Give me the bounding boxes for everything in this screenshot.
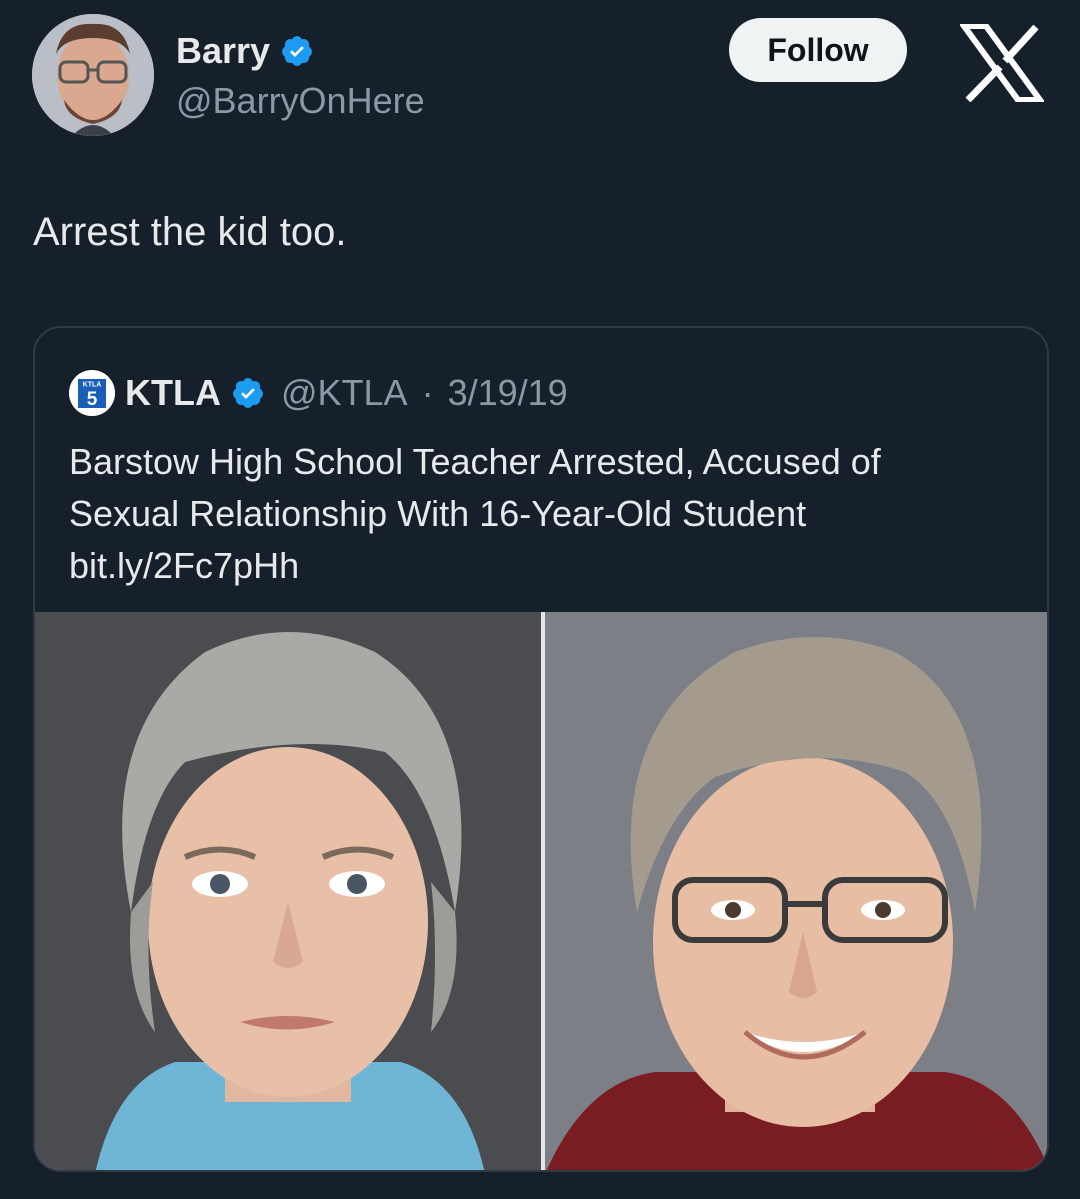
quoted-date[interactable]: 3/19/19: [448, 372, 568, 414]
quoted-tweet-text: Barstow High School Teacher Arrested, Ac…: [69, 436, 1029, 592]
svg-text:5: 5: [87, 389, 98, 410]
author-name[interactable]: Barry: [176, 30, 270, 72]
yearbook-photo[interactable]: [545, 612, 1047, 1170]
avatar-portrait-icon: [32, 14, 154, 136]
quoted-media[interactable]: [35, 612, 1047, 1170]
verified-badge-icon: [233, 378, 263, 408]
quoted-text-line: Barstow High School Teacher Arrested, Ac…: [69, 441, 881, 482]
mugshot-photo[interactable]: [35, 612, 541, 1170]
verified-badge-icon: [282, 36, 312, 66]
quoted-link[interactable]: bit.ly/2Fc7pHh: [69, 540, 1029, 592]
ktla-logo-icon[interactable]: KTLA 5: [69, 370, 115, 416]
quoted-text-line: Sexual Relationship With 16-Year-Old Stu…: [69, 493, 807, 534]
follow-button[interactable]: Follow: [729, 18, 907, 82]
quoted-tweet[interactable]: KTLA 5 KTLA @KTLA · 3/19/19 Barstow High S…: [33, 326, 1049, 1172]
meta-separator: ·: [421, 372, 434, 413]
ktla-5-logo-icon: KTLA 5: [69, 370, 115, 416]
author-name-row[interactable]: Barry: [176, 30, 314, 72]
author-handle[interactable]: @BarryOnHere: [176, 80, 425, 122]
tweet-text: Arrest the kid too.: [33, 210, 347, 254]
quoted-author-name[interactable]: KTLA: [125, 372, 221, 414]
x-logo-icon[interactable]: [960, 24, 1044, 102]
mugshot-portrait-icon: [35, 612, 541, 1170]
yearbook-portrait-icon: [545, 612, 1047, 1170]
quoted-tweet-header: KTLA 5 KTLA @KTLA · 3/19/19: [69, 370, 568, 416]
tweet-card: Barry @BarryOnHere Follow Arrest the kid…: [0, 0, 1080, 1199]
quoted-author-handle[interactable]: @KTLA: [281, 372, 408, 414]
author-avatar[interactable]: [32, 14, 154, 136]
svg-text:KTLA: KTLA: [83, 382, 102, 389]
